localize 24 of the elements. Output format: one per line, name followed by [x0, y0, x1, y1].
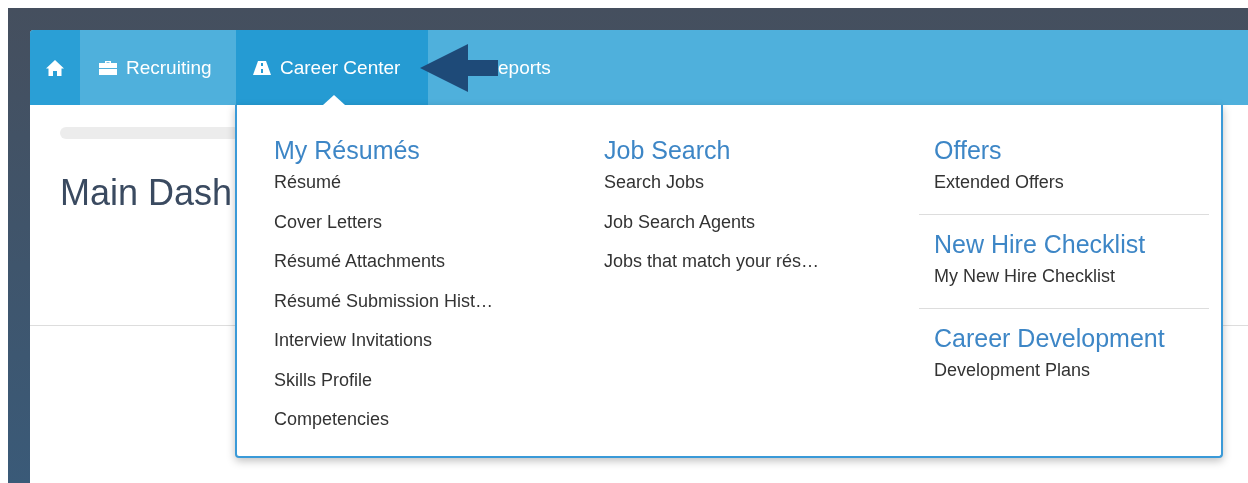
menu-item[interactable]: My New Hire Checklist	[934, 264, 1209, 296]
menu-item[interactable]: Jobs that match your rés…	[604, 249, 934, 289]
briefcase-icon	[98, 59, 118, 76]
arrow-icon	[420, 44, 498, 92]
menu-item[interactable]: Skills Profile	[274, 367, 604, 407]
menu-heading: My Résumés	[274, 135, 421, 166]
menu-heading: Job Search	[604, 135, 732, 166]
menu-item[interactable]: Résumé Submission Hist…	[274, 288, 604, 328]
menu-heading: New Hire Checklist	[934, 229, 1147, 260]
menu-item[interactable]: Competencies	[274, 407, 604, 447]
menu-item[interactable]: Development Plans	[934, 358, 1209, 390]
home-icon	[45, 58, 65, 77]
menu-item[interactable]: Interview Invitations	[274, 328, 604, 368]
menu-item[interactable]: Résumé Attachments	[274, 249, 604, 289]
menu-item[interactable]: Résumé	[274, 170, 604, 210]
menu-item[interactable]: Job Search Agents	[604, 209, 934, 249]
menu-item[interactable]: Extended Offers	[934, 170, 1209, 202]
page-title: Main Dash	[60, 171, 233, 215]
menu-heading: Offers	[934, 135, 1003, 166]
menu-heading: Career Development	[934, 323, 1166, 354]
home-tab[interactable]	[30, 30, 80, 105]
menu-item[interactable]: Search Jobs	[604, 170, 934, 210]
road-icon	[252, 59, 272, 76]
menu-item[interactable]: Cover Letters	[274, 209, 604, 249]
